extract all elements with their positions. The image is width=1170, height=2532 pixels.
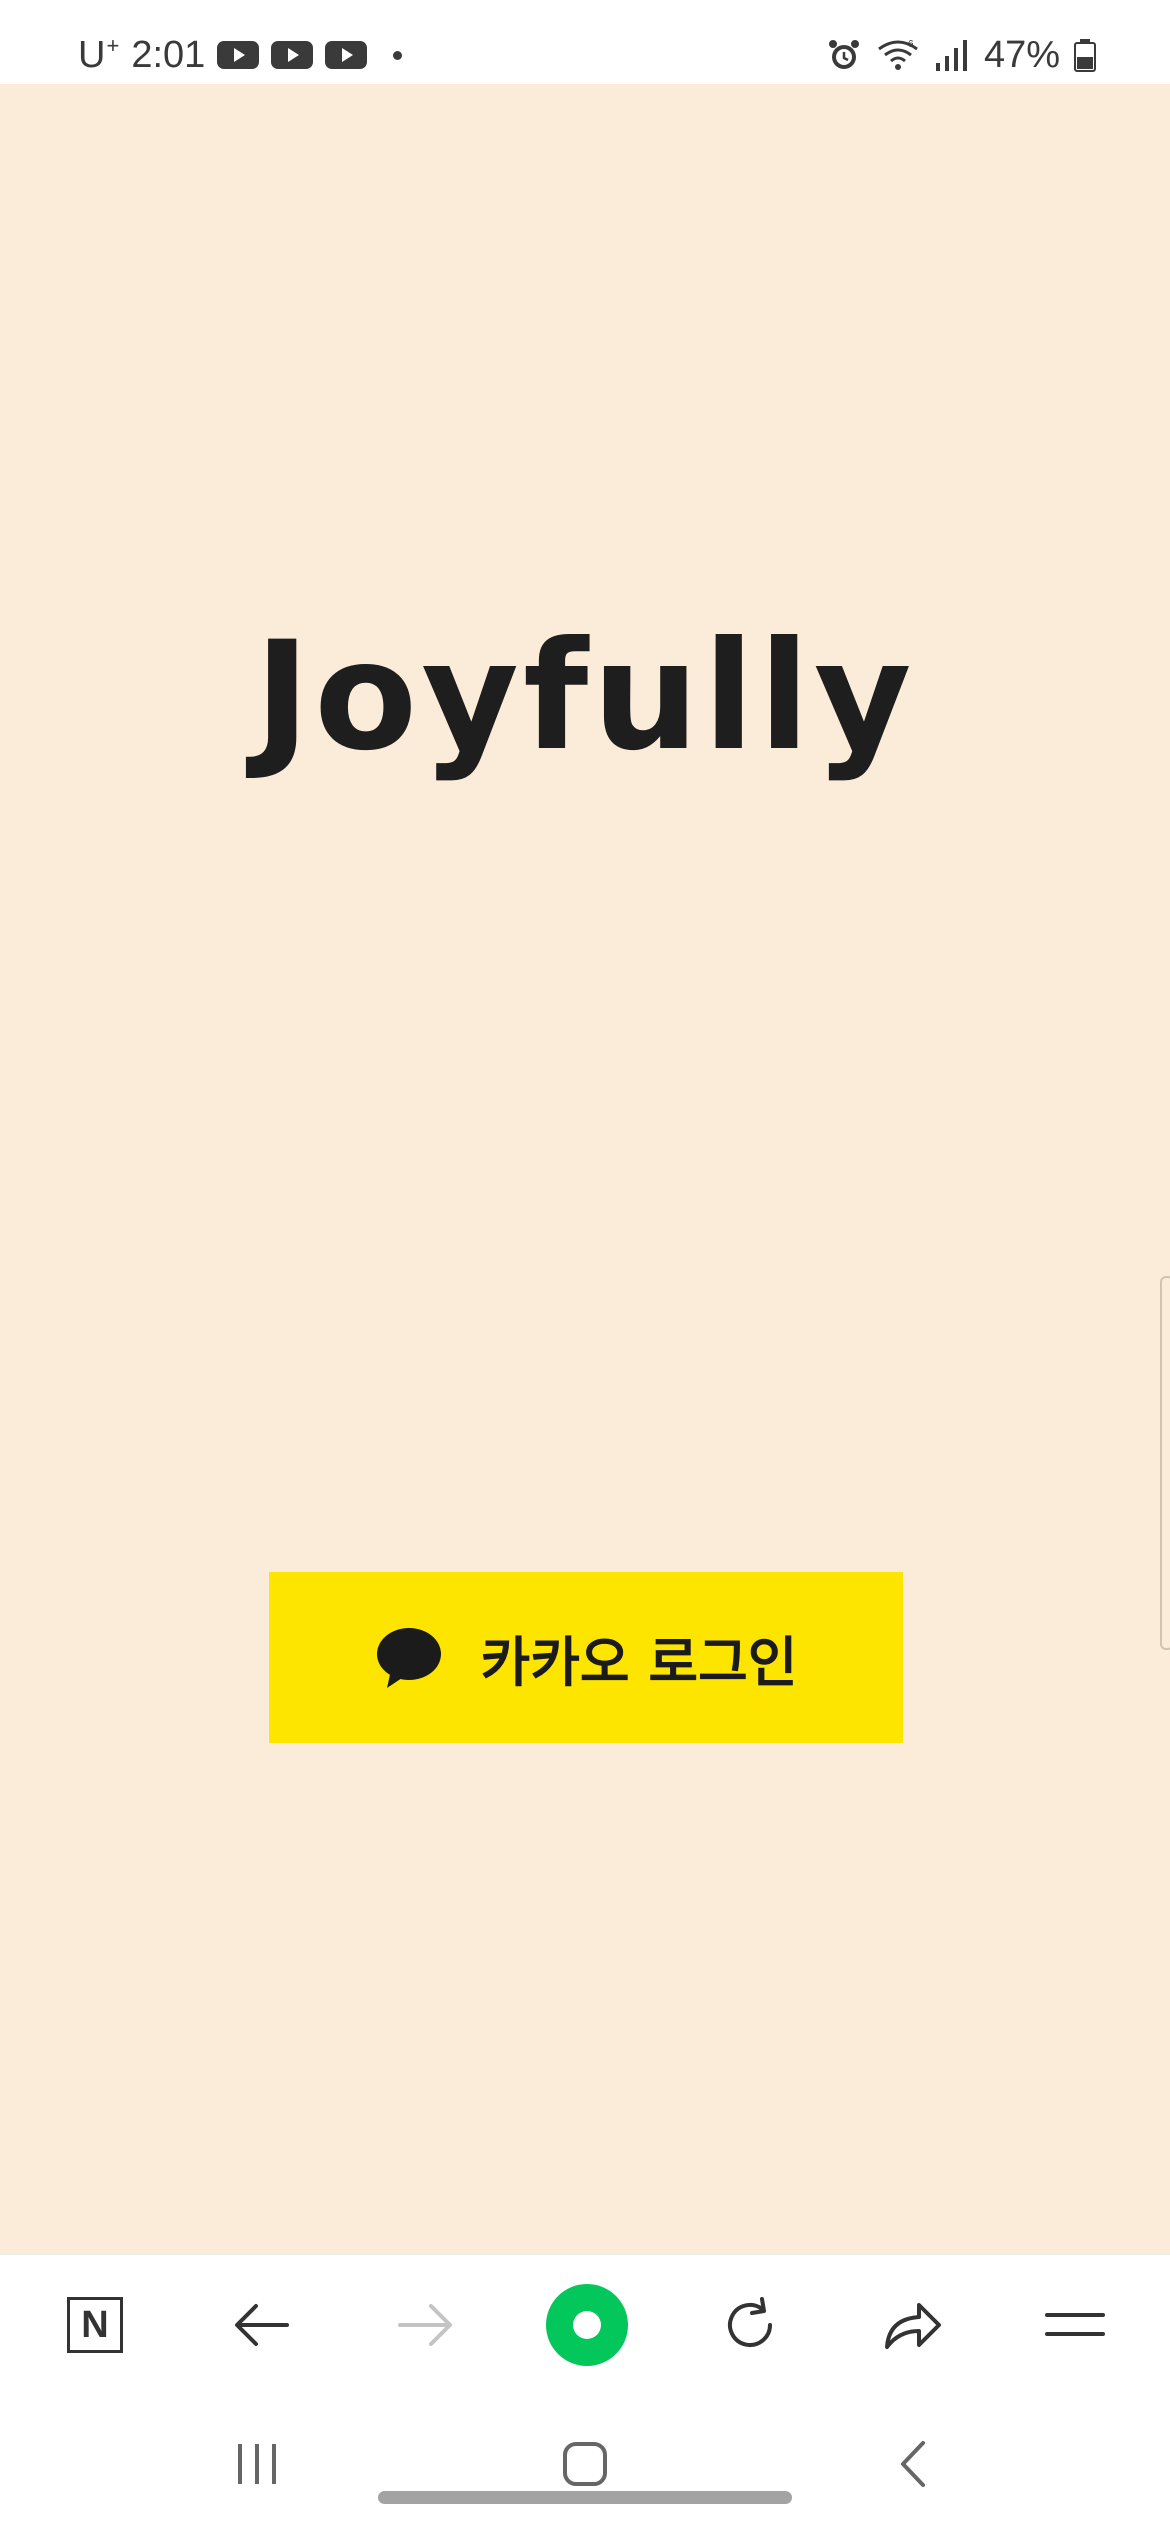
share-icon bbox=[885, 2303, 941, 2349]
side-panel-handle[interactable] bbox=[1160, 1276, 1170, 1650]
carrier-text: U bbox=[78, 34, 106, 76]
system-nav-bar bbox=[0, 2394, 1170, 2532]
green-dot-button[interactable] bbox=[532, 2255, 642, 2395]
kakao-login-label: 카카오 로그인 bbox=[480, 1631, 798, 1694]
menu-icon bbox=[1045, 2313, 1105, 2336]
browser-toolbar: N bbox=[0, 2254, 1170, 2395]
naver-home-button[interactable]: N bbox=[40, 2255, 150, 2395]
youtube-icon bbox=[325, 41, 368, 69]
login-page: Joyfully 카카오 로그인 bbox=[0, 84, 1170, 2254]
notification-dot-icon bbox=[393, 50, 403, 60]
battery-icon bbox=[1074, 39, 1096, 72]
alarm-icon bbox=[828, 40, 859, 69]
app-title: Joyfully bbox=[254, 610, 916, 784]
refresh-icon bbox=[728, 2297, 772, 2347]
carrier-label: U+ bbox=[78, 33, 119, 77]
svg-text:6: 6 bbox=[908, 39, 914, 50]
battery-percent: 47% bbox=[983, 33, 1060, 76]
recent-apps-icon bbox=[238, 2444, 276, 2484]
green-dot-icon bbox=[546, 2284, 628, 2366]
speech-bubble-icon bbox=[376, 1627, 441, 1688]
share-button[interactable] bbox=[858, 2255, 968, 2395]
back-arrow-icon bbox=[235, 2304, 289, 2346]
status-left: U+ 2:01 bbox=[78, 30, 403, 80]
back-icon bbox=[901, 2441, 925, 2487]
menu-button[interactable] bbox=[1020, 2255, 1130, 2395]
youtube-icon bbox=[217, 41, 260, 69]
home-indicator-bar[interactable] bbox=[378, 2491, 792, 2504]
naver-home-icon: N bbox=[67, 2297, 123, 2353]
youtube-icon bbox=[271, 41, 314, 69]
forward-arrow-icon bbox=[398, 2304, 452, 2346]
signal-icon bbox=[935, 40, 967, 71]
status-right: 6 47% bbox=[826, 30, 1096, 80]
refresh-button[interactable] bbox=[695, 2255, 805, 2395]
kakao-login-button[interactable]: 카카오 로그인 bbox=[269, 1572, 903, 1743]
back-button[interactable] bbox=[207, 2255, 317, 2395]
home-icon bbox=[563, 2442, 607, 2486]
status-bar: U+ 2:01 6 47% bbox=[0, 0, 1170, 84]
forward-button[interactable] bbox=[370, 2255, 480, 2395]
back-nav-button[interactable] bbox=[862, 2414, 962, 2514]
status-time: 2:01 bbox=[131, 33, 206, 76]
carrier-sup: + bbox=[106, 33, 120, 58]
wifi-icon: 6 bbox=[878, 39, 918, 70]
recent-apps-button[interactable] bbox=[207, 2414, 307, 2514]
